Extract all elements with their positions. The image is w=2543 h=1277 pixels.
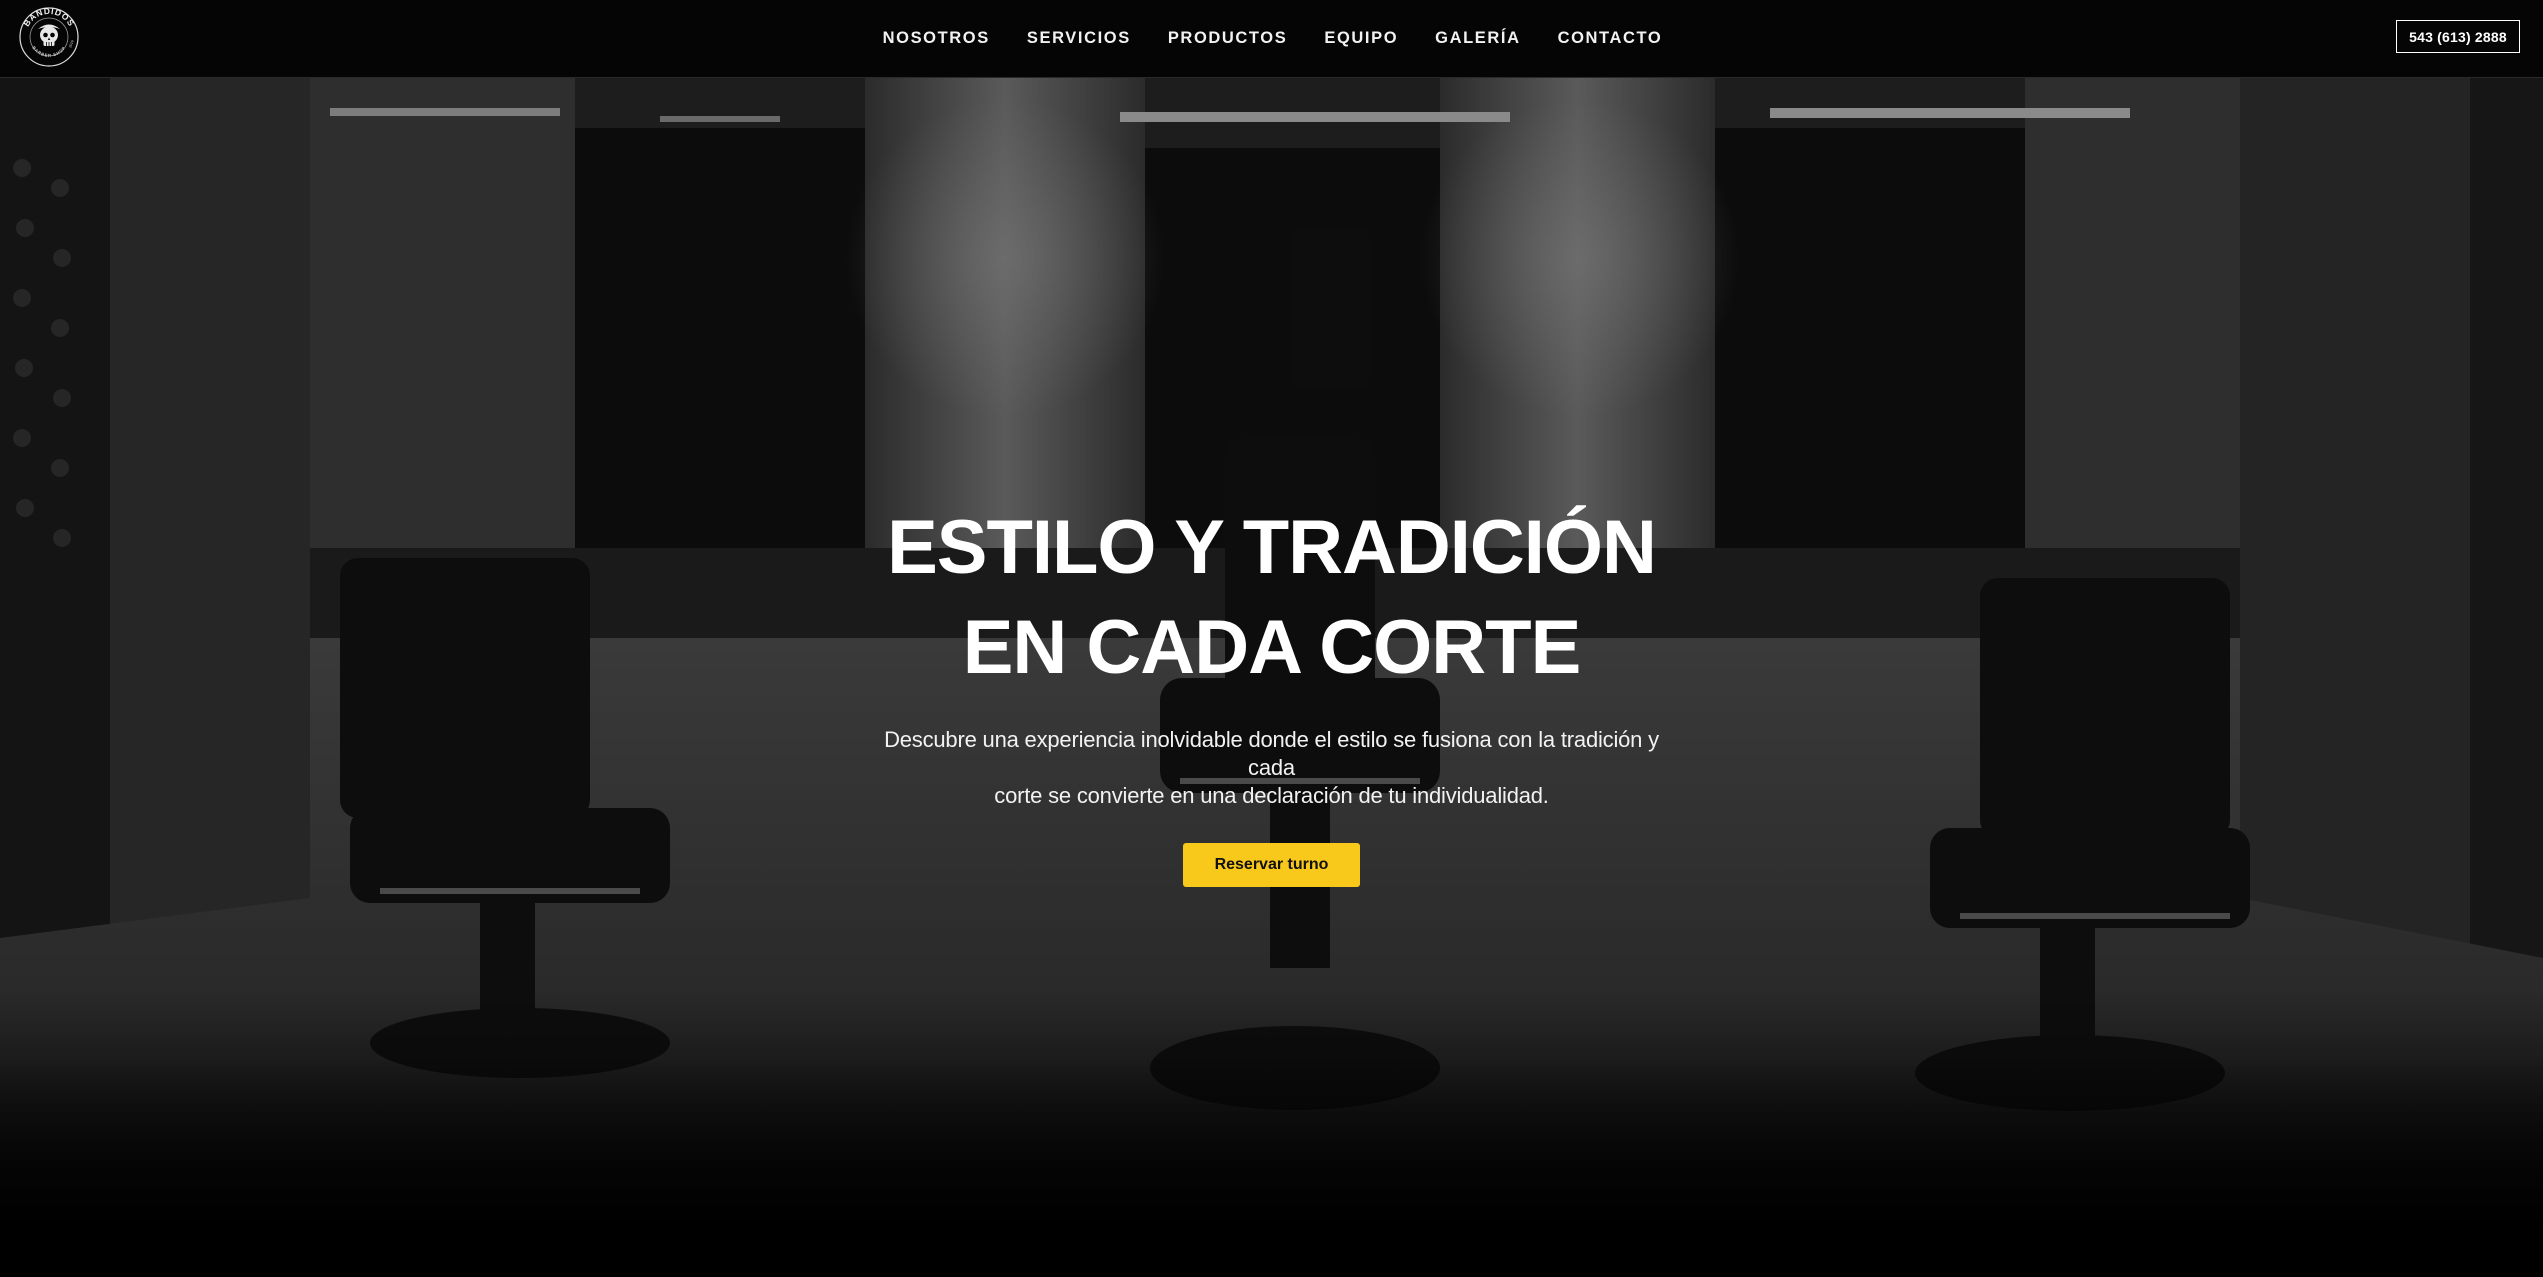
nav-link-servicios[interactable]: SERVICIOS <box>1027 29 1131 48</box>
nav-link-contacto[interactable]: CONTACTO <box>1558 29 1663 48</box>
nav-link-galeria[interactable]: GALERÍA <box>1435 29 1520 48</box>
hero-title: ESTILO Y TRADICIÓN EN CADA CORTE <box>0 498 2543 698</box>
hero-section: ESTILO Y TRADICIÓN EN CADA CORTE Descubr… <box>0 78 2543 1220</box>
navbar: BANDIDOS BARBER SHOP 2016 NOSOTROS SERVI… <box>0 0 2543 78</box>
nav-link-nosotros[interactable]: NOSOTROS <box>883 29 990 48</box>
hero-content: ESTILO Y TRADICIÓN EN CADA CORTE Descubr… <box>0 498 2543 887</box>
phone-button[interactable]: 543 (613) 2888 <box>2396 20 2520 53</box>
nav-link-productos[interactable]: PRODUCTOS <box>1168 29 1288 48</box>
nav-link-equipo[interactable]: EQUIPO <box>1324 29 1398 48</box>
hero-title-line-2: EN CADA CORTE <box>962 605 1582 690</box>
page-bottom-band <box>0 1220 2543 1277</box>
reservar-turno-button[interactable]: Reservar turno <box>1183 843 1360 887</box>
main-nav: NOSOTROS SERVICIOS PRODUCTOS EQUIPO GALE… <box>0 0 2543 76</box>
hero-description: Descubre una experiencia inolvidable don… <box>862 726 1682 810</box>
hero-description-line-2: corte se convierte en una declaración de… <box>994 783 1549 808</box>
hero-title-line-1: ESTILO Y TRADICIÓN <box>887 505 1657 590</box>
hero-description-line-1: Descubre una experiencia inolvidable don… <box>884 727 1659 780</box>
